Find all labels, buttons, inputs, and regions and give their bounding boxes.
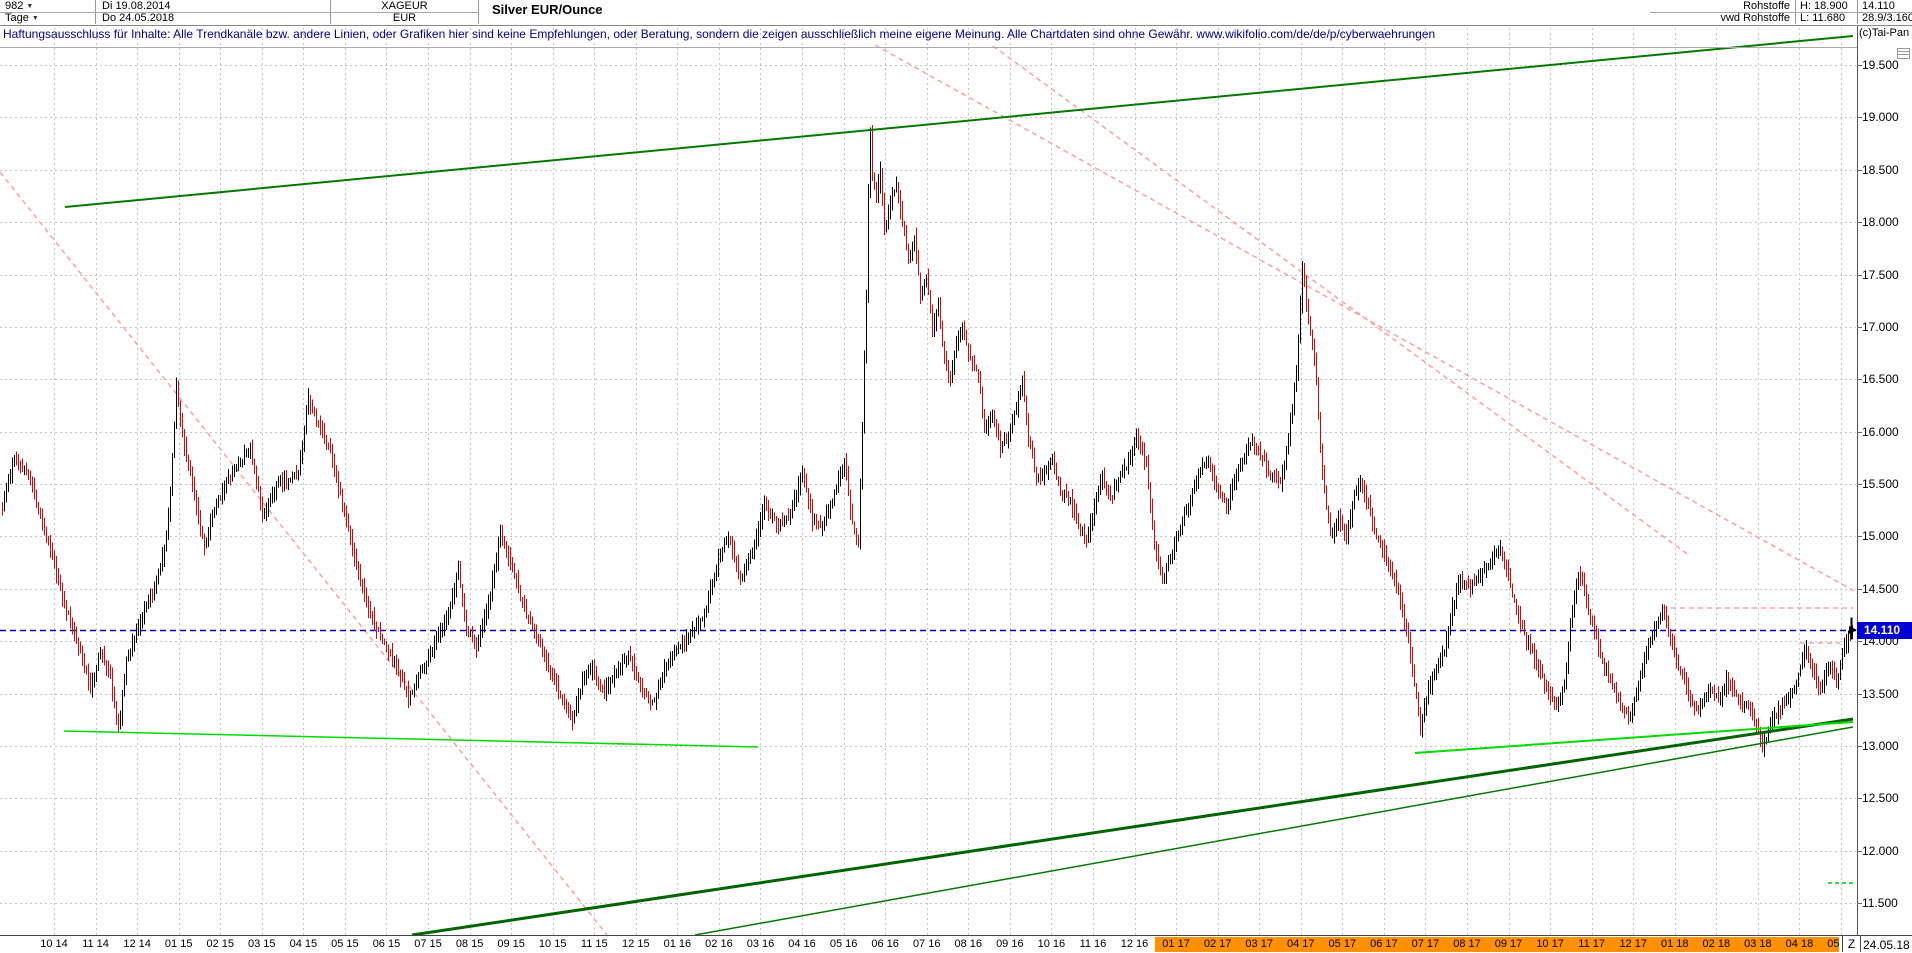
- x-axis-label: 01 15: [157, 938, 201, 950]
- x-axis-label: 06 16: [863, 938, 907, 950]
- x-axis-label: 03 16: [738, 938, 782, 950]
- current-price-tag: 14.110: [1857, 622, 1912, 639]
- x-axis-label: 04 15: [281, 938, 325, 950]
- x-axis-label: 08 16: [946, 938, 990, 950]
- x-axis-label: 05 16: [822, 938, 866, 950]
- y-axis-label: 12.000: [1862, 844, 1899, 858]
- disclaimer-text: Haftungsausschluss für Inhalte: Alle Tre…: [3, 27, 1435, 41]
- x-axis-label: 09 15: [489, 938, 533, 950]
- x-axis-label: 11 15: [572, 938, 616, 950]
- x-axis-label: 07 15: [406, 938, 450, 950]
- x-axis-label: 02 15: [198, 938, 242, 950]
- feed-name: Rohstoffe: [1743, 0, 1790, 12]
- x-axis-label: 09 17: [1487, 938, 1531, 950]
- x-axis-label: 10 14: [32, 938, 76, 950]
- x-axis: 10 1411 1412 1401 1502 1503 1504 1505 15…: [0, 935, 1912, 953]
- date-to: Do 24.05.2018: [102, 12, 174, 24]
- y-axis-label: 17.000: [1862, 320, 1899, 334]
- x-axis-label: 07 17: [1403, 938, 1447, 950]
- x-axis-label: 02 18: [1694, 938, 1738, 950]
- zoom-mode-button[interactable]: Z: [1842, 936, 1861, 952]
- symbol-code: XAGEUR: [381, 0, 427, 12]
- price-chart-plot-area[interactable]: [0, 0, 1912, 952]
- x-axis-label: 07 16: [905, 938, 949, 950]
- x-axis-label: 01 17: [1154, 938, 1198, 950]
- x-axis-label: 06 15: [364, 938, 408, 950]
- x-axis-label: 10 15: [531, 938, 575, 950]
- x-axis-label: 10 17: [1528, 938, 1572, 950]
- x-axis-label: 12 15: [614, 938, 658, 950]
- x-axis-label: 03 17: [1237, 938, 1281, 950]
- chevron-down-icon[interactable]: ▼: [32, 15, 39, 22]
- y-axis-label: 13.000: [1862, 739, 1899, 753]
- y-axis-label: 15.500: [1862, 477, 1899, 491]
- chart-title: Silver EUR/Ounce: [492, 2, 603, 17]
- y-axis-label: 12.500: [1862, 791, 1899, 805]
- bars-count-value: 982: [5, 0, 23, 12]
- header-row-divider: [1650, 12, 1912, 13]
- feed-provider: vwd Rohstoffe: [1720, 12, 1790, 24]
- x-axis-label: 04 16: [780, 938, 824, 950]
- x-axis-label: 06 17: [1362, 938, 1406, 950]
- y-axis-label: 19.500: [1862, 58, 1899, 72]
- date-from: Di 19.08.2014: [102, 0, 171, 12]
- x-axis-label: 01 18: [1653, 938, 1697, 950]
- x-axis-label: 04 17: [1279, 938, 1323, 950]
- change-info-value: 28.9/3.160: [1862, 12, 1912, 24]
- y-axis-label: 15.000: [1862, 529, 1899, 543]
- x-axis-label: 02 16: [697, 938, 741, 950]
- x-axis-label: 04 18: [1777, 938, 1821, 950]
- x-axis-label: 03 18: [1736, 938, 1780, 950]
- x-axis-label: 08 15: [448, 938, 492, 950]
- x-axis-label: 01 16: [655, 938, 699, 950]
- header-row-divider: [0, 12, 478, 13]
- x-axis-label: 11 14: [74, 938, 118, 950]
- y-axis-label: 18.500: [1862, 163, 1899, 177]
- axis-end-date: 24.05.18: [1863, 938, 1910, 952]
- x-axis-label: 08 17: [1445, 938, 1489, 950]
- y-axis-label: 11.500: [1862, 896, 1898, 910]
- y-axis-label: 13.500: [1862, 687, 1899, 701]
- x-axis-label: 12 17: [1611, 938, 1655, 950]
- x-axis-label: 05 15: [323, 938, 367, 950]
- y-axis-label: 18.000: [1862, 215, 1899, 229]
- y-axis-label: 16.500: [1862, 372, 1899, 386]
- symbol-currency: EUR: [393, 12, 416, 24]
- y-axis-label: 16.000: [1862, 425, 1899, 439]
- x-axis-label: 12 14: [115, 938, 159, 950]
- copyright-label: (c)Tai-Pan: [1859, 27, 1909, 39]
- x-axis-label: 02 17: [1196, 938, 1240, 950]
- y-axis-label: 14.500: [1862, 582, 1899, 596]
- period-low: L: 11.680: [1800, 12, 1845, 24]
- period-value: Tage: [5, 12, 29, 24]
- x-axis-label: 10 16: [1029, 938, 1073, 950]
- x-axis-label: 05 17: [1320, 938, 1364, 950]
- chart-header-bar: 982 ▼ Tage ▼ Di 19.08.2014 Do 24.05.2018…: [0, 0, 1912, 26]
- chevron-down-icon[interactable]: ▼: [26, 3, 33, 10]
- period-high: H: 18.900: [1800, 0, 1848, 12]
- x-axis-label: 11 17: [1570, 938, 1614, 950]
- x-axis-label: 12 16: [1113, 938, 1157, 950]
- y-axis-label: 17.500: [1862, 268, 1899, 282]
- last-price-value: 14.110: [1862, 0, 1895, 12]
- header-divider: [478, 0, 479, 24]
- x-axis-label: 03 15: [240, 938, 284, 950]
- x-axis-label: 09 16: [988, 938, 1032, 950]
- y-axis-label: 19.000: [1862, 110, 1899, 124]
- plot-frame: [0, 26, 1862, 952]
- x-axis-label: 11 16: [1071, 938, 1115, 950]
